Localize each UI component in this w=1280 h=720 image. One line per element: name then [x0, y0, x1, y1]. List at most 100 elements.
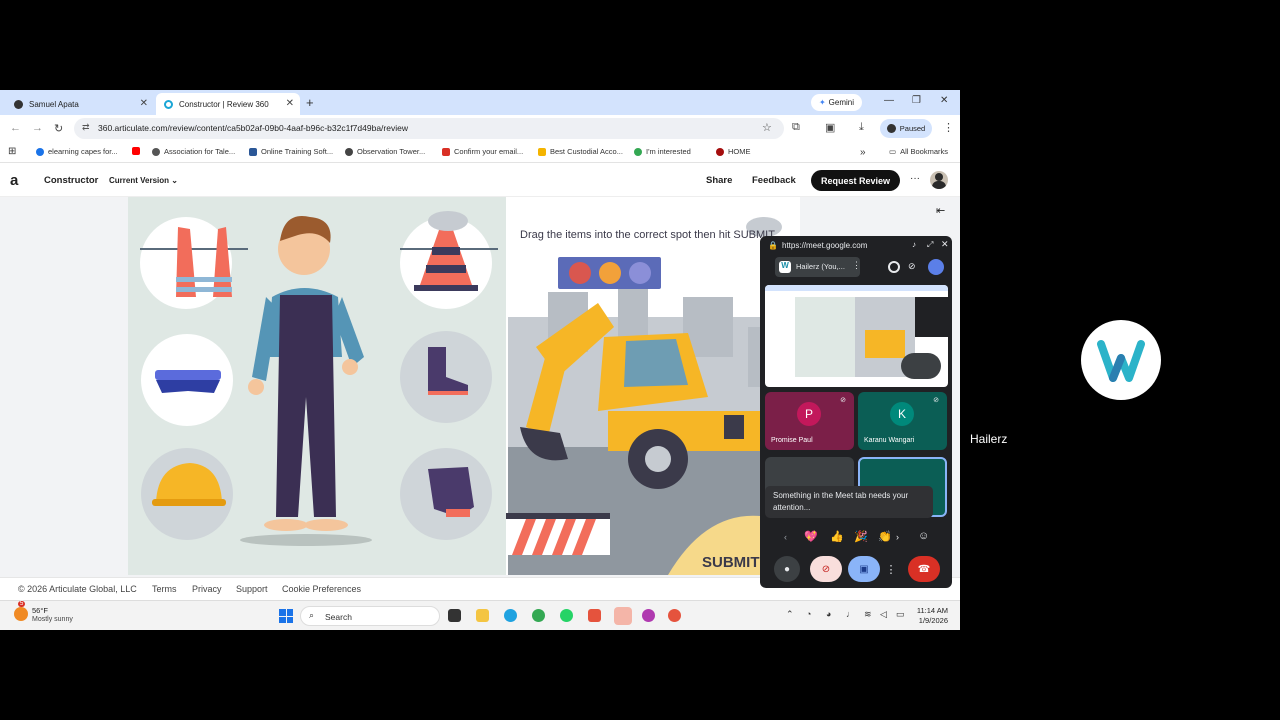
kebab-menu-icon[interactable]: ⋮ [852, 260, 861, 271]
feedback-button[interactable]: Feedback [752, 175, 796, 186]
download-icon[interactable]: ⤓ [859, 121, 864, 134]
privacy-link[interactable]: Privacy [192, 584, 222, 594]
safety-goggles-item [141, 334, 233, 426]
participant-tile[interactable]: P Promise Paul ⊘ [765, 392, 854, 450]
chrome-icon[interactable] [532, 609, 545, 622]
tab-search-icon[interactable]: ▣ [825, 121, 835, 134]
microphone-button[interactable]: ● [774, 556, 800, 582]
camera-off-icon[interactable]: ⊘ [908, 261, 916, 272]
expand-icon[interactable]: ⤢ [927, 240, 933, 250]
snipping-tool-icon[interactable] [588, 609, 601, 622]
minimize-icon[interactable]: — [884, 95, 894, 106]
file-explorer-icon[interactable] [476, 609, 489, 622]
extensions-icon[interactable]: ⧉ [792, 121, 800, 134]
forward-icon[interactable]: → [32, 122, 43, 134]
cookie-preferences-link[interactable]: Cookie Preferences [282, 584, 361, 594]
chevron-up-icon[interactable]: ⌃ [786, 609, 794, 620]
whatsapp-icon[interactable] [560, 609, 573, 622]
leave-call-button[interactable]: ☎ [908, 556, 940, 582]
new-tab-icon[interactable]: + [306, 95, 314, 110]
app-header: a Constructor Current Version ⌄ Share Fe… [0, 164, 960, 197]
close-tab-icon[interactable]: ✕ [286, 98, 294, 109]
share-button[interactable]: Share [706, 175, 732, 186]
tray-meet-icon[interactable]: ◕ [826, 609, 831, 619]
bookmark-item[interactable] [132, 147, 144, 155]
site-info-icon[interactable]: ⇄ [82, 122, 90, 133]
purple-dot[interactable] [629, 262, 651, 284]
bookmark-item[interactable]: Observation Tower... [345, 147, 425, 156]
tray-app-icon[interactable]: ◔ [806, 609, 811, 619]
effects-icon[interactable] [928, 259, 944, 275]
storyline-icon[interactable] [642, 609, 655, 622]
tab-title: Samuel Apata [29, 99, 79, 109]
clap-reaction[interactable]: 👏 [878, 530, 892, 543]
request-review-button[interactable]: Request Review [811, 170, 900, 191]
orange-dot[interactable] [599, 262, 621, 284]
presenter-name: Hailerz (You,... [796, 262, 845, 271]
microphone-icon[interactable]: ♩ [846, 609, 855, 619]
more-options-icon[interactable]: ⋮ [884, 556, 898, 582]
task-view-icon[interactable] [448, 609, 461, 622]
present-screen-button[interactable]: ▣ [848, 556, 880, 582]
terms-link[interactable]: Terms [152, 584, 177, 594]
wifi-icon[interactable]: ≋ [864, 609, 872, 620]
bookmark-item[interactable]: elearning capes for... [36, 147, 118, 156]
bookmark-label: Best Custodial Acco... [550, 147, 623, 156]
volume-icon[interactable]: ◁ [880, 609, 887, 620]
edge-icon[interactable] [504, 609, 517, 622]
weather-icon[interactable] [14, 607, 28, 621]
record-icon[interactable] [888, 261, 900, 273]
tab-review-360[interactable]: Constructor | Review 360 ✕ [156, 93, 300, 115]
gemini-button[interactable]: ✦ Gemini [811, 94, 862, 111]
more-options-icon[interactable]: ··· [910, 173, 920, 184]
close-window-icon[interactable]: ✕ [940, 95, 948, 106]
all-bookmarks-button[interactable]: ▭ All Bookmarks [889, 147, 948, 156]
emoji-picker-icon[interactable]: ☺ [918, 530, 929, 542]
profile-paused-button[interactable]: Paused [880, 119, 932, 138]
windows-start-icon[interactable] [279, 609, 293, 623]
close-tab-icon[interactable]: ✕ [140, 98, 148, 109]
chevron-right-icon[interactable]: › [896, 532, 899, 542]
reload-icon[interactable]: ↻ [54, 122, 63, 135]
submit-button[interactable]: SUBMIT [702, 554, 760, 571]
apps-grid-icon[interactable]: ⊞ [8, 146, 16, 157]
close-pip-icon[interactable]: ✕ [941, 239, 949, 250]
red-dot[interactable] [569, 262, 591, 284]
restore-icon[interactable]: ❐ [912, 95, 921, 106]
system-clock[interactable]: 11:14 AM 1/9/2026 [906, 606, 948, 626]
thumbs-up-reaction[interactable]: 👍 [830, 530, 844, 543]
chevron-left-icon[interactable]: ‹ [784, 532, 787, 542]
collapse-panel-icon[interactable]: ⇤ [936, 204, 945, 217]
profile-favicon-icon [14, 99, 23, 109]
active-app-highlight-icon[interactable] [614, 607, 632, 625]
road-barrier-illustration [506, 513, 610, 555]
app-icon[interactable] [668, 609, 681, 622]
bookmark-item[interactable]: Association for Tale... [152, 147, 235, 156]
menu-kebab-icon[interactable]: ⋮ [943, 121, 954, 134]
back-icon[interactable]: ← [10, 122, 21, 134]
participant-avatar: P [797, 402, 821, 426]
heart-reaction[interactable]: 💖 [804, 530, 818, 543]
mic-indicator-icon: ♪ [912, 240, 916, 249]
bookmark-item[interactable]: Online Training Soft... [249, 147, 333, 156]
taskbar-search[interactable]: ⌕ Search [300, 606, 440, 626]
folder-icon: ▭ [889, 147, 897, 156]
articulate-logo[interactable]: a [10, 172, 18, 189]
presenter-chip[interactable]: W Hailerz (You,... ⋮ [775, 257, 861, 277]
support-link[interactable]: Support [236, 584, 268, 594]
bookmark-item[interactable]: HOME [716, 147, 751, 156]
more-bookmarks-icon[interactable]: » [860, 147, 866, 158]
tab-samuel-apata[interactable]: Samuel Apata ✕ [6, 93, 154, 115]
address-bar[interactable]: ⇄ 360.articulate.com/review/content/ca5b… [74, 118, 784, 139]
bookmark-item[interactable]: Best Custodial Acco... [538, 147, 623, 156]
bookmark-item[interactable]: Confirm your email... [442, 147, 523, 156]
camera-toggle-button[interactable]: ⊘ [810, 556, 842, 582]
user-avatar[interactable] [930, 171, 948, 189]
bookmark-star-icon[interactable]: ☆ [762, 121, 772, 134]
battery-icon[interactable]: ▭ [896, 609, 905, 620]
participant-tile[interactable]: K Karanu Wangari ⊘ [858, 392, 947, 450]
bookmark-label: Observation Tower... [357, 147, 426, 156]
bookmark-item[interactable]: I'm interested [634, 147, 691, 156]
party-reaction[interactable]: 🎉 [854, 530, 868, 543]
version-dropdown[interactable]: Current Version ⌄ [109, 176, 178, 185]
